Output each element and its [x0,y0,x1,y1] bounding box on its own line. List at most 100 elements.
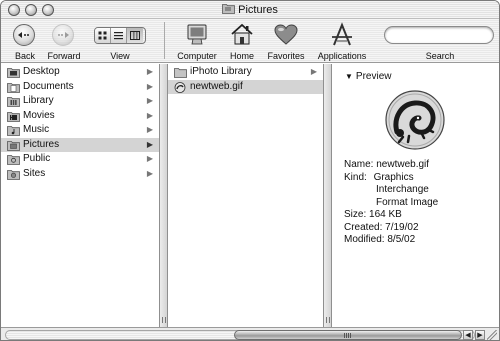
sidebar-item-label: Documents [23,80,74,92]
size-label: Size: [344,209,367,220]
column-browser: Desktop ▶ Documents ▶ Library ▶ Movies ▶ [1,64,499,327]
icon-view-icon [98,31,107,40]
resize-grip-icon [162,317,166,323]
list-item-label: newtweb.gif [190,80,243,92]
title-bar[interactable]: Pictures [1,1,499,19]
home-button[interactable]: Home [229,22,255,61]
disclosure-arrow-icon: ▶ [146,139,153,149]
column-view-icon [130,31,140,40]
disclosure-arrow-icon: ▶ [146,67,153,76]
list-item-iphoto-library[interactable]: iPhoto Library ▶ [168,65,323,80]
file-info: Name: newtweb.gif Kind: Graphics Interch… [344,159,438,247]
library-folder-icon [7,97,20,107]
resize-corner-icon[interactable] [487,330,497,340]
forward-arrow-icon [52,24,74,46]
resize-grip-icon [326,317,330,323]
column-resize-handle[interactable] [324,64,332,327]
forward-button[interactable]: Forward [47,22,81,61]
info-size: Size: 164 KB [344,209,438,222]
music-folder-icon [7,126,20,136]
back-arrow-icon [13,24,35,46]
search-label: Search [425,51,455,61]
preview-heading[interactable]: ▼ Preview [345,71,392,82]
name-value: newtweb.gif [376,159,430,170]
list-view-icon [114,32,123,40]
newt-image-preview [385,90,445,150]
preview-pane: ▼ Preview Name: newtweb.gif Kind: Graphic… [333,64,499,327]
sidebar-item-label: Public [23,153,51,164]
info-name: Name: newtweb.gif [344,159,438,172]
view-label: View [110,51,130,61]
list-item-label: iPhoto Library [190,66,252,77]
view-segmented-control [94,27,146,44]
modified-value: 8/5/02 [387,234,416,245]
icon-view-button[interactable] [95,28,111,43]
computer-button[interactable]: Computer [177,22,217,61]
list-view-button[interactable] [111,28,127,43]
sidebar-item-sites[interactable]: Sites ▶ [1,167,159,182]
sidebar-item-movies[interactable]: Movies ▶ [1,109,159,124]
disclosure-arrow-icon: ▶ [146,154,153,163]
info-modified: Modified: 8/5/02 [344,234,438,247]
movies-folder-icon [7,111,20,122]
toolbar: Back Forward View Computer Home Favorite… [1,19,499,63]
sidebar-item-label: Desktop [23,66,60,77]
search-input[interactable] [384,26,494,44]
window-title-area: Pictures [1,3,499,16]
back-button[interactable]: Back [13,22,37,61]
horizontal-scrollbar[interactable]: ◀ ▶ [1,327,499,340]
applications-button[interactable]: Applications [318,22,366,61]
kind-value-line2: Interchange [376,184,429,195]
disclosure-arrow-icon: ▶ [146,110,153,120]
gif-file-icon [174,81,186,93]
pictures-folder-icon [222,4,236,14]
thumb-grip-icon [344,333,352,338]
kind-label: Kind: [344,171,367,183]
sidebar-item-label: Sites [23,167,46,179]
kind-value-line1: Graphics [373,171,414,183]
scroll-left-button[interactable]: ◀ [463,330,473,340]
applications-label: Applications [317,51,367,61]
sidebar-item-documents[interactable]: Documents ▶ [1,80,159,95]
sidebar-item-label: Music [23,124,50,135]
sites-folder-icon [7,169,20,180]
home-icon [231,23,253,45]
pictures-folder-icon [7,140,20,151]
scroll-right-button[interactable]: ▶ [475,330,485,340]
column-resize-handle[interactable] [160,64,168,327]
disclosure-arrow-icon: ▶ [146,125,153,134]
view-control: View [94,22,146,61]
favorites-button[interactable]: Favorites [267,22,305,61]
column-view-button[interactable] [127,28,143,43]
kind-value-line3: Format Image [376,196,439,208]
sidebar-item-label: Library [23,95,54,106]
sidebar-item-music[interactable]: Music ▶ [1,123,159,138]
preview-heading-label: Preview [355,71,392,82]
applications-icon [332,22,352,46]
disclosure-arrow-icon: ▶ [146,96,153,105]
public-folder-icon [7,155,20,165]
computer-icon [187,24,207,45]
created-label: Created: [344,221,383,233]
heart-icon [274,24,298,45]
finder-window: Pictures Back Forward View Computer Home… [0,0,500,341]
list-item-newtweb-gif[interactable]: newtweb.gif [168,79,323,94]
documents-folder-icon [7,82,20,93]
info-created: Created: 7/19/02 [344,222,438,235]
modified-label: Modified: [344,234,385,245]
name-label: Name: [344,159,374,170]
sidebar-item-library[interactable]: Library ▶ [1,94,159,109]
scroll-thumb[interactable] [234,330,462,340]
sidebar-item-desktop[interactable]: Desktop ▶ [1,65,159,80]
folder-icon [174,68,187,78]
created-value: 7/19/02 [385,221,419,233]
pictures-column: iPhoto Library ▶ newtweb.gif [168,64,324,327]
sidebar-item-label: Movies [23,109,55,121]
sidebar-item-public[interactable]: Public ▶ [1,152,159,167]
home-column: Desktop ▶ Documents ▶ Library ▶ Movies ▶ [1,64,160,327]
sidebar-item-pictures[interactable]: Pictures ▶ [1,137,159,152]
desktop-folder-icon [7,68,20,78]
disclosure-arrow-icon: ▶ [310,67,317,76]
disclosure-arrow-icon: ▶ [146,168,153,178]
size-value: 164 KB [369,209,402,220]
